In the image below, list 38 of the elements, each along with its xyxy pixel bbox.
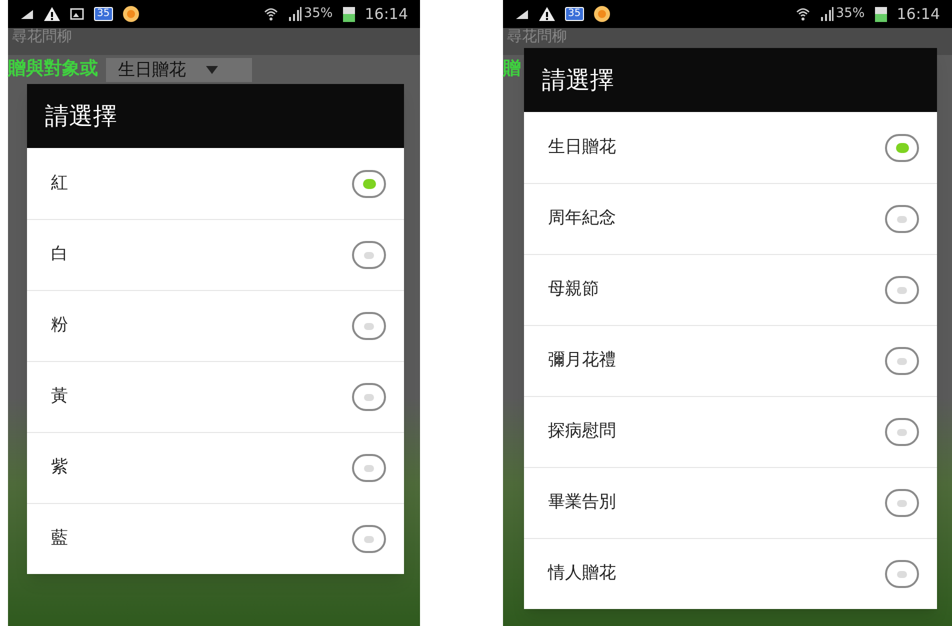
ring-icon [594,6,610,22]
dropdown[interactable]: 生日贈花 [106,58,252,82]
radio-button[interactable] [885,134,919,162]
clock: 16:14 [364,4,408,25]
wifi-icon [796,7,810,21]
app-title: 尋花問柳 [12,28,72,44]
radio-button[interactable] [885,489,919,517]
calendar-icon: 35 [94,7,113,21]
warning-icon [44,7,60,21]
field-label: 贈與對象或 [8,58,98,80]
battery-percent: 35% [836,5,865,24]
radio-button[interactable] [885,418,919,446]
radio-button[interactable] [352,383,386,411]
radio-button[interactable] [352,312,386,340]
radio-button[interactable] [885,205,919,233]
clock: 16:14 [896,4,940,25]
radio-button[interactable] [885,560,919,588]
radio-button[interactable] [352,170,386,198]
battery-percent: 35% [304,5,333,24]
warning-icon [539,7,555,21]
image-icon [70,8,84,20]
radio-button[interactable] [352,454,386,482]
signal-icon [288,7,302,21]
dialog-title: 請選擇 [524,48,937,112]
battery-icon [342,6,355,22]
dialog-title: 請選擇 [27,84,404,148]
ring-icon [122,6,139,22]
battery-icon [874,6,887,22]
signal-icon [820,7,834,21]
radio-button[interactable] [352,525,386,553]
radio-button[interactable] [885,347,919,375]
wifi-icon [264,7,278,21]
calendar-icon: 35 [565,7,584,21]
app-title: 尋花問柳 [507,28,567,44]
caret-icon [206,66,218,74]
field-label: 贈 [503,58,521,80]
radio-button[interactable] [885,276,919,304]
radio-button[interactable] [352,241,386,269]
